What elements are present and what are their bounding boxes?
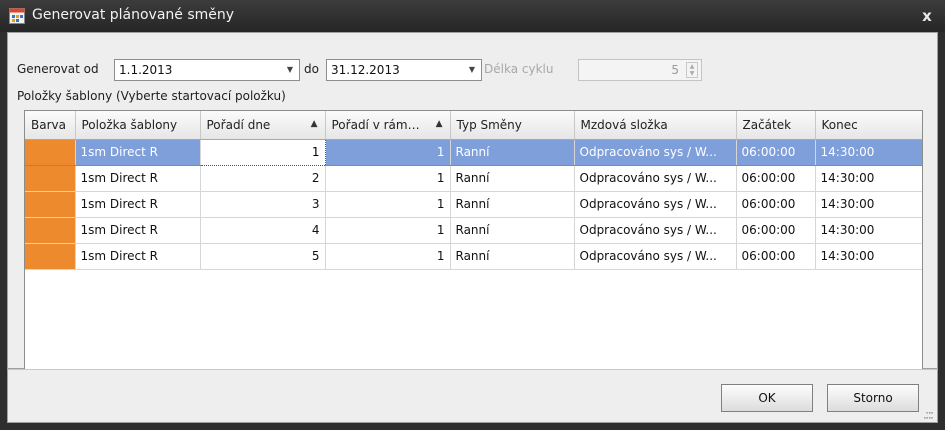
cell-start[interactable]: 06:00:00 bbox=[736, 217, 816, 244]
template-items-grid[interactable]: Barva Položka šablony Pořadí dne ▲ Pořadí… bbox=[24, 110, 923, 384]
sort-ascending-icon: ▲ bbox=[435, 119, 443, 129]
template-items-label: Položky šablony (Vyberte startovací polo… bbox=[17, 89, 286, 103]
generate-from-combo[interactable]: 1.1.2013 ▼ bbox=[114, 59, 300, 81]
cell-order-in-frame[interactable]: 1 bbox=[325, 191, 451, 218]
column-header-label: Pořadí dne bbox=[206, 117, 271, 132]
generate-from-value: 1.1.2013 bbox=[119, 63, 173, 77]
cell-wage-component[interactable]: Odpracováno sys / W... bbox=[574, 191, 737, 218]
cell-template-item[interactable]: 1sm Direct R bbox=[75, 217, 201, 244]
cycle-length-spinner[interactable]: 5 ▲ ▼ bbox=[578, 59, 702, 81]
close-icon: x bbox=[922, 7, 932, 25]
cell-shift-type[interactable]: Ranní bbox=[450, 243, 575, 270]
grid-header-row: Barva Položka šablony Pořadí dne ▲ Pořadí… bbox=[25, 111, 922, 140]
cell-wage-component[interactable]: Odpracováno sys / W... bbox=[574, 139, 737, 166]
table-row[interactable]: 1sm Direct R 2 1 Ranní Odpracováno sys /… bbox=[25, 165, 922, 192]
cell-wage-component[interactable]: Odpracováno sys / W... bbox=[574, 165, 737, 192]
color-swatch bbox=[25, 139, 76, 166]
cell-template-item[interactable]: 1sm Direct R bbox=[75, 139, 201, 166]
dialog-body: Generovat od 1.1.2013 ▼ do 31.12.2013 ▼ … bbox=[7, 32, 938, 384]
color-swatch bbox=[25, 165, 76, 192]
column-header-end[interactable]: Konec bbox=[815, 111, 922, 140]
to-date-value: 31.12.2013 bbox=[331, 63, 400, 77]
color-swatch bbox=[25, 191, 76, 218]
cell-day-order[interactable]: 2 bbox=[200, 165, 326, 192]
cycle-length-value: 5 bbox=[671, 63, 679, 77]
cell-end[interactable]: 14:30:00 bbox=[815, 217, 922, 244]
chevron-down-icon[interactable]: ▼ bbox=[284, 63, 296, 77]
table-row[interactable]: 1sm Direct R 3 1 Ranní Odpracováno sys /… bbox=[25, 191, 922, 218]
color-swatch bbox=[25, 217, 76, 244]
color-swatch bbox=[25, 243, 76, 270]
to-date-combo[interactable]: 31.12.2013 ▼ bbox=[326, 59, 482, 81]
dialog-footer: OK Storno ⠠⠤ ⠤⠤ bbox=[7, 369, 938, 423]
cell-template-item[interactable]: 1sm Direct R bbox=[75, 243, 201, 270]
cell-start[interactable]: 06:00:00 bbox=[736, 243, 816, 270]
grid-table: Barva Položka šablony Pořadí dne ▲ Pořadí… bbox=[25, 111, 922, 270]
column-header-start[interactable]: Začátek bbox=[736, 111, 816, 140]
cell-order-in-frame[interactable]: 1 bbox=[325, 217, 451, 244]
app-calendar-icon bbox=[9, 8, 25, 24]
cell-end[interactable]: 14:30:00 bbox=[815, 243, 922, 270]
resize-grip-icon[interactable]: ⠠⠤ ⠤⠤ bbox=[923, 408, 934, 421]
cell-shift-type[interactable]: Ranní bbox=[450, 217, 575, 244]
sort-ascending-icon: ▲ bbox=[310, 119, 318, 129]
spinner-arrows-icon[interactable]: ▲ ▼ bbox=[686, 62, 698, 78]
title-bar[interactable]: Generovat plánované směny x bbox=[0, 0, 945, 32]
column-header-order-in-frame[interactable]: Pořadí v rám… ▲ bbox=[325, 111, 451, 140]
cell-template-item[interactable]: 1sm Direct R bbox=[75, 191, 201, 218]
cell-shift-type[interactable]: Ranní bbox=[450, 139, 575, 166]
column-header-day-order[interactable]: Pořadí dne ▲ bbox=[200, 111, 326, 140]
column-header-label: Pořadí v rám… bbox=[331, 117, 420, 132]
column-header-wage-component[interactable]: Mzdová složka bbox=[574, 111, 737, 140]
ok-button[interactable]: OK bbox=[721, 384, 813, 412]
cell-order-in-frame[interactable]: 1 bbox=[325, 243, 451, 270]
cell-template-item[interactable]: 1sm Direct R bbox=[75, 165, 201, 192]
generate-from-label: Generovat od bbox=[17, 62, 99, 76]
table-row[interactable]: 1sm Direct R 1 1 Ranní Odpracováno sys /… bbox=[25, 138, 922, 166]
cell-shift-type[interactable]: Ranní bbox=[450, 191, 575, 218]
cell-shift-type[interactable]: Ranní bbox=[450, 165, 575, 192]
column-header-shift-type[interactable]: Typ Směny bbox=[450, 111, 575, 140]
cell-start[interactable]: 06:00:00 bbox=[736, 191, 816, 218]
cancel-button[interactable]: Storno bbox=[827, 384, 919, 412]
column-header-template-item[interactable]: Položka šablony bbox=[75, 111, 201, 140]
column-header-color[interactable]: Barva bbox=[25, 111, 76, 140]
window-title: Generovat plánované směny bbox=[32, 7, 235, 23]
close-button[interactable]: x bbox=[917, 6, 937, 26]
cell-end[interactable]: 14:30:00 bbox=[815, 191, 922, 218]
cell-wage-component[interactable]: Odpracováno sys / W... bbox=[574, 217, 737, 244]
chevron-down-icon[interactable]: ▼ bbox=[466, 63, 478, 77]
dialog-window: Generovat plánované směny x Generovat od… bbox=[0, 0, 945, 430]
cell-start[interactable]: 06:00:00 bbox=[736, 139, 816, 166]
cell-day-order[interactable]: 5 bbox=[200, 243, 326, 270]
table-row[interactable]: 1sm Direct R 4 1 Ranní Odpracováno sys /… bbox=[25, 217, 922, 244]
cell-day-order[interactable]: 4 bbox=[200, 217, 326, 244]
cell-wage-component[interactable]: Odpracováno sys / W... bbox=[574, 243, 737, 270]
cell-end[interactable]: 14:30:00 bbox=[815, 139, 922, 166]
table-row[interactable]: 1sm Direct R 5 1 Ranní Odpracováno sys /… bbox=[25, 243, 922, 270]
cell-order-in-frame[interactable]: 1 bbox=[325, 165, 451, 192]
cycle-length-label: Délka cyklu bbox=[484, 62, 554, 76]
cell-order-in-frame[interactable]: 1 bbox=[325, 139, 451, 166]
cell-end[interactable]: 14:30:00 bbox=[815, 165, 922, 192]
to-label: do bbox=[304, 62, 319, 76]
cell-start[interactable]: 06:00:00 bbox=[736, 165, 816, 192]
cell-day-order[interactable]: 3 bbox=[200, 191, 326, 218]
cell-day-order[interactable]: 1 bbox=[199, 138, 326, 166]
